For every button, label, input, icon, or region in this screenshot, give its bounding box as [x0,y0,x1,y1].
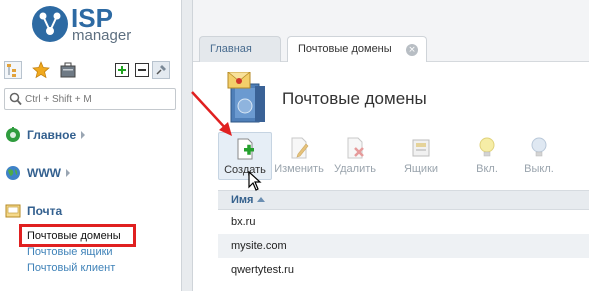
sidebar-toolbar [0,58,181,84]
sidebar-splitter[interactable] [181,0,193,291]
mailbox-icon [412,139,430,157]
annotation-highlight-box [19,224,136,247]
enable-button[interactable]: Вкл. [459,132,515,180]
table-cell-name: mysite.com [231,240,287,252]
search-icon [9,92,22,106]
table-cell-name: qwertytest.ru [231,264,294,276]
collapse-all-icon[interactable] [133,61,151,79]
app-window: ISP manager Ctrl + Shift + M Главное WWW… [0,0,589,291]
ispmanager-logo[interactable]: ISP manager [30,4,160,46]
sidebar-group-mail[interactable]: Почта [5,201,62,221]
tree-view-icon[interactable] [4,61,22,79]
disable-button-label: Выкл. [524,163,554,175]
sidebar-item-mail-client[interactable]: Почтовый клиент [27,260,115,276]
sort-ascending-icon [257,197,266,202]
disable-button[interactable]: Выкл. [511,132,567,180]
sidebar-group-www-label: WWW [27,166,61,180]
column-header-name-label: Имя [231,194,254,206]
sidebar-item-mailboxes-label: Почтовые ящики [27,246,113,258]
sidebar-item-mail-client-label: Почтовый клиент [27,262,116,274]
tab-mail-domains[interactable]: Почтовые домены × [287,36,427,63]
tab-bar: Главная Почтовые домены × [193,0,589,63]
logo-text-manager: manager [72,27,132,44]
sidebar-group-main-label: Главное [27,128,77,142]
mailboxes-button-label: Ящики [403,163,439,175]
main-panel: Главная Почтовые домены × Почтовые домен… [193,0,589,291]
mail-domains-page-icon [227,72,265,123]
mail-group-icon [5,204,21,218]
page-title: Почтовые домены [282,89,427,108]
chevron-right-icon [81,131,86,139]
edit-button-label: Изменить [274,163,324,175]
sidebar-search[interactable] [4,88,176,110]
chevron-right-icon [65,169,70,177]
domains-table: Имя bx.ru mysite.com qwertytest.ru [218,190,589,282]
mailboxes-button[interactable]: Ящики [393,132,449,180]
tab-home-label: Главная [210,43,252,55]
bulb-on-icon [479,137,495,157]
logo-mark-icon [32,6,68,42]
tab-home[interactable]: Главная [199,36,281,62]
edit-icon [291,137,309,159]
table-row[interactable]: mysite.com [218,234,589,258]
expand-all-icon[interactable] [113,61,131,79]
globe-icon [6,166,20,180]
pin-icon[interactable] [152,61,170,79]
favorites-star-icon[interactable] [32,61,50,79]
create-button[interactable]: Создать [218,132,272,180]
main-group-icon [6,127,20,142]
create-button-label: Создать [224,164,266,176]
bulb-off-icon [531,137,547,157]
column-header-name[interactable]: Имя [218,190,589,210]
briefcase-icon[interactable] [59,61,77,79]
sidebar-search-input[interactable] [25,91,171,107]
delete-button[interactable]: Удалить [327,132,383,180]
close-icon[interactable]: × [406,44,418,56]
sidebar: ISP manager Ctrl + Shift + M Главное WWW… [0,0,181,291]
sidebar-group-www[interactable]: WWW [5,163,70,183]
sidebar-group-main[interactable]: Главное [5,125,86,145]
delete-button-label: Удалить [334,163,376,175]
edit-button[interactable]: Изменить [271,132,327,180]
sidebar-group-mail-label: Почта [27,204,63,218]
create-icon [237,138,254,160]
page-header: Почтовые домены [193,62,589,134]
enable-button-label: Вкл. [476,163,498,175]
delete-icon [347,137,364,159]
table-cell-name: bx.ru [231,216,256,228]
mouse-cursor-icon [248,171,262,191]
tab-mail-domains-label: Почтовые домены [298,43,392,55]
table-row[interactable]: qwertytest.ru [218,258,589,282]
table-row[interactable]: bx.ru [218,210,589,234]
